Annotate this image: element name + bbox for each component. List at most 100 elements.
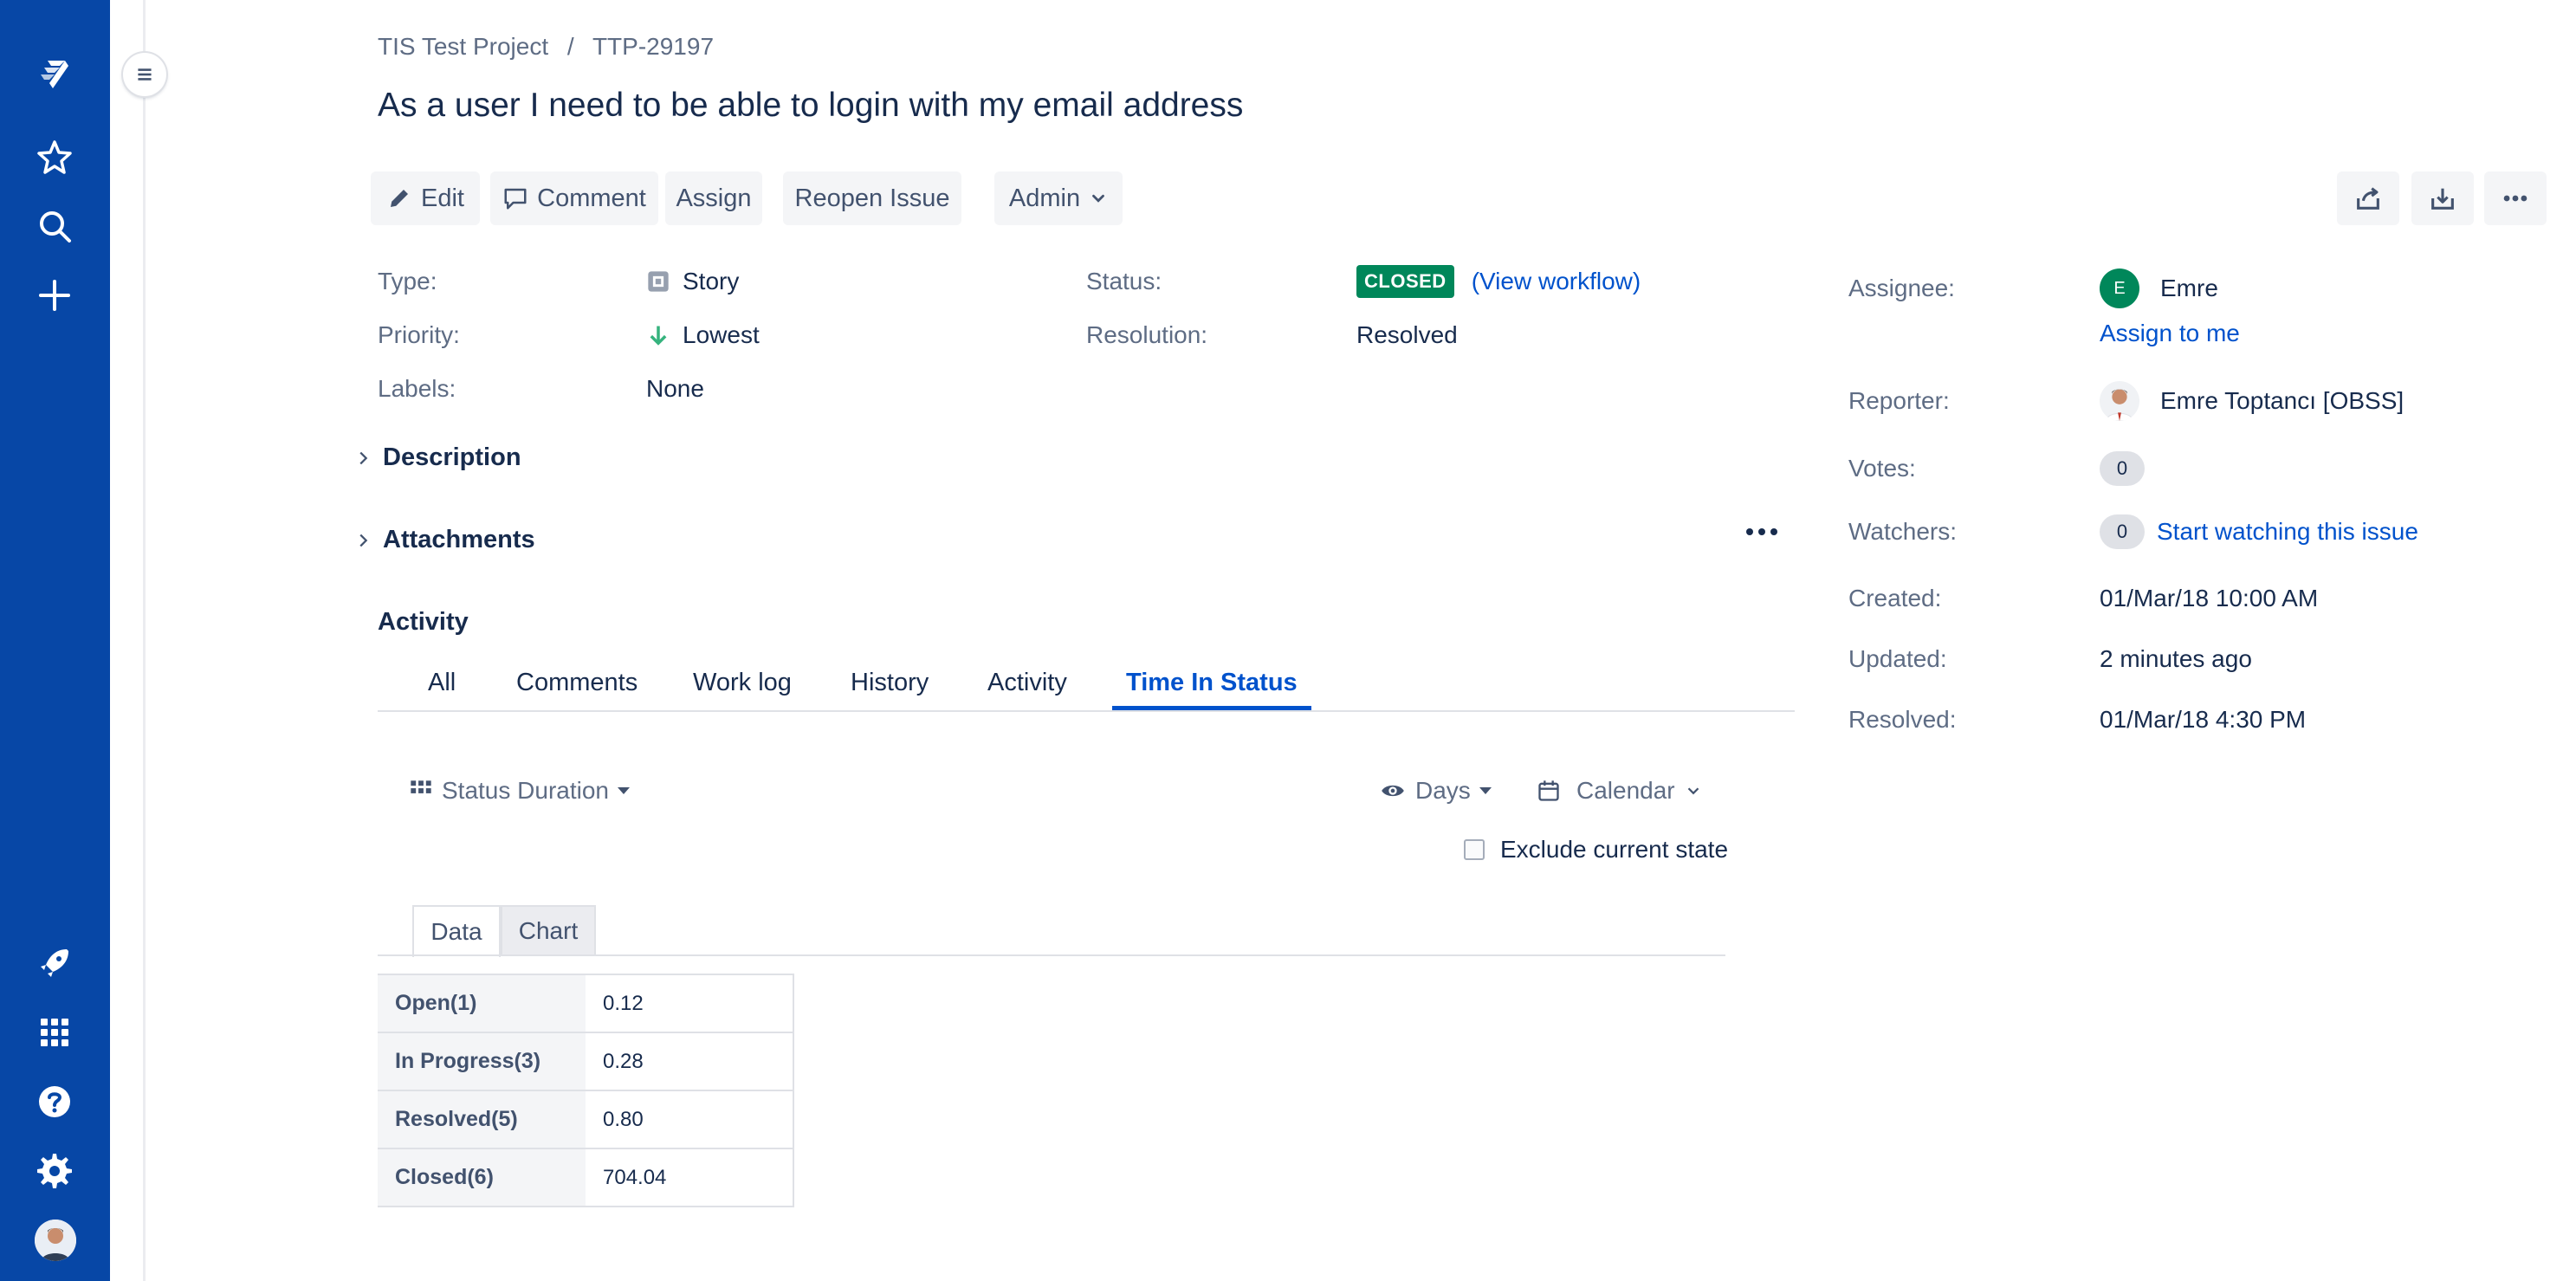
start-watching-link[interactable]: Start watching this issue <box>2157 518 2418 546</box>
app-switcher-icon[interactable] <box>27 1005 82 1060</box>
table-row: In Progress(3) 0.28 <box>378 1032 794 1091</box>
search-icon[interactable] <box>27 198 82 254</box>
tab-activity[interactable]: Activity <box>987 669 1067 697</box>
assign-button[interactable]: Assign <box>665 171 762 225</box>
arrow-down-icon <box>650 326 667 346</box>
table-row: Open(1) 0.12 <box>378 974 794 1033</box>
edit-button[interactable]: Edit <box>371 171 480 225</box>
reopen-label: Reopen Issue <box>794 184 950 212</box>
pencil-icon <box>391 190 408 207</box>
edit-label: Edit <box>421 184 464 212</box>
exclude-current-state-checkbox[interactable] <box>1464 839 1485 860</box>
issue-title[interactable]: As a user I need to be able to login wit… <box>378 87 1243 125</box>
admin-dropdown-button[interactable]: Admin <box>994 171 1123 225</box>
time-in-status-table: Open(1) 0.12 In Progress(3) 0.28 Resolve… <box>378 974 794 1207</box>
calendar-dropdown[interactable]: Calendar <box>1537 777 1703 805</box>
watchers-count[interactable]: 0 <box>2100 514 2145 549</box>
comment-icon <box>504 188 527 210</box>
gear-icon[interactable] <box>27 1143 82 1199</box>
table-row: Resolved(5) 0.80 <box>378 1090 794 1149</box>
chevron-right-icon <box>359 451 368 464</box>
assignee-name[interactable]: Emre <box>2160 275 2218 302</box>
plus-icon[interactable] <box>27 268 82 323</box>
chevron-down-icon <box>1687 787 1699 795</box>
more-icon <box>2503 195 2527 202</box>
menu-icon <box>138 68 152 81</box>
priority-text: Lowest <box>683 321 760 348</box>
description-section-toggle[interactable]: Description <box>353 443 521 472</box>
created-label: Created: <box>1848 585 1942 611</box>
attachments-more-button[interactable] <box>1744 525 1779 543</box>
priority-label: Priority: <box>378 321 460 348</box>
reporter-name[interactable]: Emre Toptancı [OBSS] <box>2160 387 2404 415</box>
export-button[interactable] <box>2411 171 2474 225</box>
reporter-label: Reporter: <box>1848 387 1950 414</box>
breadcrumb-project[interactable]: TIS Test Project <box>378 33 548 60</box>
assignee-label: Assignee: <box>1848 275 1955 301</box>
reopen-issue-button[interactable]: Reopen Issue <box>783 171 961 225</box>
duration-cell: 0.28 <box>586 1032 794 1091</box>
duration-cell: 0.12 <box>586 974 794 1033</box>
view-workflow-link[interactable]: (View workflow) <box>1472 268 1641 295</box>
breadcrumb-issue-key[interactable]: TTP-29197 <box>592 33 714 60</box>
assign-to-me-link[interactable]: Assign to me <box>2100 320 2240 347</box>
tab-work-log[interactable]: Work log <box>693 669 792 697</box>
tab-history[interactable]: History <box>851 669 929 697</box>
project-sidebar-collapsed <box>110 0 146 1281</box>
export-icon <box>2431 188 2454 210</box>
updated-label: Updated: <box>1848 645 1947 672</box>
user-avatar[interactable] <box>35 1220 76 1261</box>
help-icon[interactable] <box>27 1074 82 1129</box>
labels-label: Labels: <box>378 375 456 402</box>
duration-cell: 704.04 <box>586 1148 794 1207</box>
created-value: 01/Mar/18 10:00 AM <box>2100 585 2319 611</box>
chevron-down-icon <box>1092 194 1104 203</box>
votes-count[interactable]: 0 <box>2100 451 2145 486</box>
assignee-avatar: E <box>2100 268 2139 308</box>
days-dropdown[interactable]: Days <box>1379 777 1492 805</box>
exclude-current-state-label: Exclude current state <box>1500 836 1729 863</box>
type-text: Story <box>683 268 740 294</box>
assignee-value: E Emre <box>2100 268 2218 308</box>
resolved-value: 01/Mar/18 4:30 PM <box>2100 706 2307 733</box>
calendar-icon <box>1538 780 1559 801</box>
description-heading: Description <box>383 443 521 471</box>
attachments-section-toggle[interactable]: Attachments <box>353 526 535 554</box>
share-icon <box>2357 187 2379 210</box>
status-value: CLOSED (View workflow) <box>1356 265 1641 298</box>
rocket-icon[interactable] <box>27 935 82 991</box>
watchers-label: Watchers: <box>1848 518 1957 545</box>
eye-icon <box>1382 785 1404 797</box>
subtab-chart[interactable]: Chart <box>501 905 596 955</box>
status-cell: In Progress(3) <box>378 1032 586 1091</box>
days-label: Days <box>1415 777 1471 804</box>
more-actions-button[interactable] <box>2484 171 2547 225</box>
tab-comments[interactable]: Comments <box>516 669 638 697</box>
exclude-current-state-option: Exclude current state <box>1464 836 1728 864</box>
type-label: Type: <box>378 268 437 294</box>
expand-sidebar-button[interactable] <box>123 53 166 96</box>
status-duration-dropdown[interactable]: Status Duration <box>409 777 630 805</box>
subtab-divider <box>378 954 1725 956</box>
story-icon <box>648 271 669 292</box>
comment-button[interactable]: Comment <box>490 171 658 225</box>
share-button[interactable] <box>2337 171 2399 225</box>
status-cell: Resolved(5) <box>378 1090 586 1149</box>
caret-down-icon <box>1479 787 1492 794</box>
chevron-right-icon <box>359 534 368 547</box>
activity-heading: Activity <box>378 608 469 636</box>
duration-cell: 0.80 <box>586 1090 794 1149</box>
status-label: Status: <box>1086 268 1162 294</box>
grid-icon <box>411 780 431 793</box>
votes-label: Votes: <box>1848 455 1916 482</box>
status-duration-label: Status Duration <box>442 777 609 804</box>
type-value: Story <box>646 268 739 295</box>
tab-time-in-status[interactable]: Time In Status <box>1126 669 1298 697</box>
tab-all[interactable]: All <box>428 669 456 697</box>
jira-logo-icon[interactable] <box>27 47 82 102</box>
resolved-label: Resolved: <box>1848 706 1957 733</box>
admin-label: Admin <box>1008 184 1081 212</box>
subtab-data[interactable]: Data <box>412 905 501 957</box>
comment-label: Comment <box>537 184 646 212</box>
star-icon[interactable] <box>27 129 82 184</box>
